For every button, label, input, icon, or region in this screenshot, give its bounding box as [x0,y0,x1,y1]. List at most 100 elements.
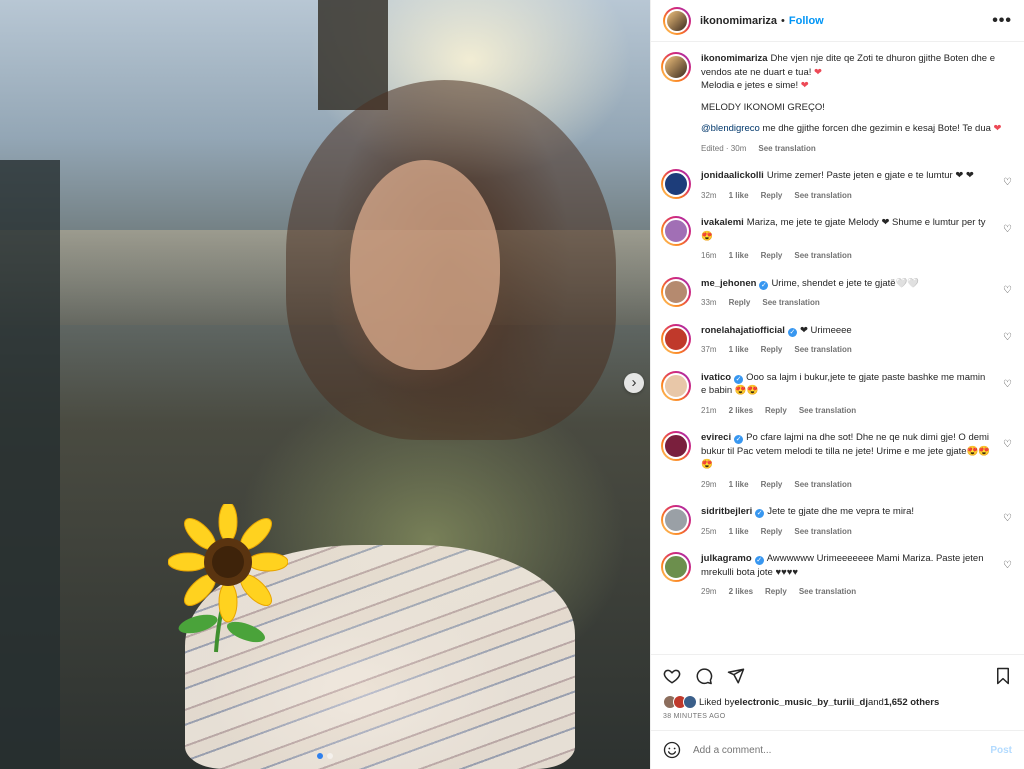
caption-avatar[interactable] [661,52,691,82]
translate-link[interactable]: See translation [799,404,856,418]
commenter-avatar[interactable] [661,505,691,535]
share-send-icon[interactable] [727,667,745,685]
caption-line-4: me dhe gjithe forcen dhe gezimin e kesaj… [759,123,994,134]
comment-username[interactable]: ronelahajatiofficial [701,325,785,336]
author-avatar[interactable] [663,6,691,35]
comment-username[interactable]: sidritbejleri [701,506,752,517]
commenter-avatar[interactable] [661,323,691,354]
like-comment-icon[interactable]: ♡ [1003,379,1012,390]
liked-and: and [867,696,884,708]
comment-bubble-icon[interactable] [695,667,713,685]
chair-shadow [0,160,60,769]
commenter-avatar[interactable] [661,431,691,461]
reply-button[interactable]: Reply [761,249,783,263]
instagram-post: › ikonomimariza • Follow ••• ikonomimari… [0,0,1024,769]
comment-username[interactable]: me_jehonen [701,278,756,289]
next-slide-button[interactable]: › [624,373,644,393]
comments-list[interactable]: ikonomimariza Dhe vjen nje dite qe Zoti t… [651,42,1024,654]
comment-likes[interactable]: 2 likes [729,404,753,418]
commenter-avatar[interactable] [661,370,691,401]
post-comment-button[interactable]: Post [990,745,1012,756]
face-shape [350,160,500,370]
comment-time: 29m [701,479,717,489]
comment-time: 25m [701,526,717,536]
emoji-icon[interactable] [663,741,681,759]
reply-button[interactable]: Reply [765,585,787,599]
heart-emoji: ❤ [814,66,822,78]
comment-likes[interactable]: 1 like [729,249,749,263]
reply-button[interactable]: Reply [761,343,783,357]
comment-time: 33m [701,298,717,307]
mention-link[interactable]: @blendigreco [701,123,760,134]
reply-button[interactable]: Reply [761,478,783,492]
translate-link[interactable]: See translation [794,189,851,203]
comment-username[interactable]: ivakalemi [701,217,744,228]
carousel-dot [317,753,323,759]
caption-line-2: Melodia e jetes e sime! [701,80,801,91]
commenter-avatar[interactable] [661,169,691,199]
header-separator: • [781,14,785,27]
reply-button[interactable]: Reply [761,189,783,203]
comment-username[interactable]: evireci [701,432,731,443]
comment-likes[interactable]: 1 like [729,343,749,357]
reply-button[interactable]: Reply [765,404,787,418]
more-options-icon[interactable]: ••• [992,12,1012,30]
translate-link[interactable]: See translation [794,478,851,492]
liked-prefix: Liked by [699,696,735,708]
like-comment-icon[interactable]: ♡ [1003,224,1012,235]
like-comment-icon[interactable]: ♡ [1003,332,1012,343]
translate-link[interactable]: See translation [794,525,851,539]
comment-time: 32m [701,190,717,200]
verified-badge-icon: ✓ [787,327,797,337]
caption-edited: Edited · 30m [701,143,747,153]
commenter-avatar[interactable] [661,216,691,246]
comment-item: me_jehonen ✓ Urime, shendet e jete te gjat… [661,276,1012,310]
like-comment-icon[interactable]: ♡ [1003,439,1012,450]
comment-username[interactable]: jonidaalickolli [701,170,764,181]
caption-line-3: MELODY IKONOMI GREÇO! [701,101,825,113]
comment-item: ivatico ✓ Ooo sa lajm i bukur,jete te gjat… [661,370,1012,418]
like-comment-icon[interactable]: ♡ [1003,560,1012,571]
like-heart-icon[interactable] [663,667,681,685]
like-comment-icon[interactable]: ♡ [1003,285,1012,296]
comment-username[interactable]: julkagramo [701,553,752,564]
liked-user-link[interactable]: electronic_music_by_turiii_dj [734,697,868,708]
post-media[interactable]: › [0,0,650,769]
translate-link[interactable]: See translation [799,585,856,599]
liked-others-link[interactable]: 1,652 others [884,697,939,708]
comment-time: 37m [701,345,717,354]
window-frame [318,0,388,110]
commenter-avatar[interactable] [661,276,691,307]
verified-badge-icon: ✓ [759,280,769,290]
comment-time: 16m [701,251,717,260]
comment-likes[interactable]: 1 like [729,525,749,539]
comment-likes[interactable]: 1 like [729,189,749,203]
comment-likes[interactable]: 2 likes [729,585,753,599]
verified-badge-icon: ✓ [734,374,744,384]
bookmark-icon[interactable] [994,667,1012,685]
translate-link[interactable]: See translation [794,249,851,263]
reply-button[interactable]: Reply [761,525,783,539]
comment-composer: Post [651,730,1024,769]
translate-link[interactable]: See translation [762,296,819,310]
comment-likes[interactable]: 1 like [729,478,749,492]
comment-item: jonidaalickolli Urime zemer! Paste jeten … [661,169,1012,202]
like-comment-icon[interactable]: ♡ [1003,513,1012,524]
likes-summary: Liked by electronic_music_by_turiii_dj a… [663,695,1012,709]
reply-button[interactable]: Reply [729,296,751,310]
comment-text: Urime, shendet e jete te gjatë🤍🤍 [771,277,920,289]
comment-input[interactable] [691,743,981,757]
follow-button[interactable]: Follow [789,15,824,27]
verified-badge-icon: ✓ [734,435,744,444]
like-comment-icon[interactable]: ♡ [1003,177,1012,188]
comment-text: Po cfare lajmi na dhe sot! Dhe ne qe nuk… [701,432,991,470]
post-side-panel: ikonomimariza • Follow ••• ikonomimariza… [650,0,1024,769]
commenter-avatar[interactable] [661,552,691,582]
author-username[interactable]: ikonomimariza [700,15,777,27]
comment-item: julkagramo ✓ Awwwwww Urimeeeeeee Mami Mari… [661,552,1012,599]
caption-username[interactable]: ikonomimariza [701,53,768,64]
carousel-indicator [0,753,650,759]
caption-translate-link[interactable]: See translation [758,142,815,156]
translate-link[interactable]: See translation [794,343,851,357]
comment-username[interactable]: ivatico [701,372,731,383]
